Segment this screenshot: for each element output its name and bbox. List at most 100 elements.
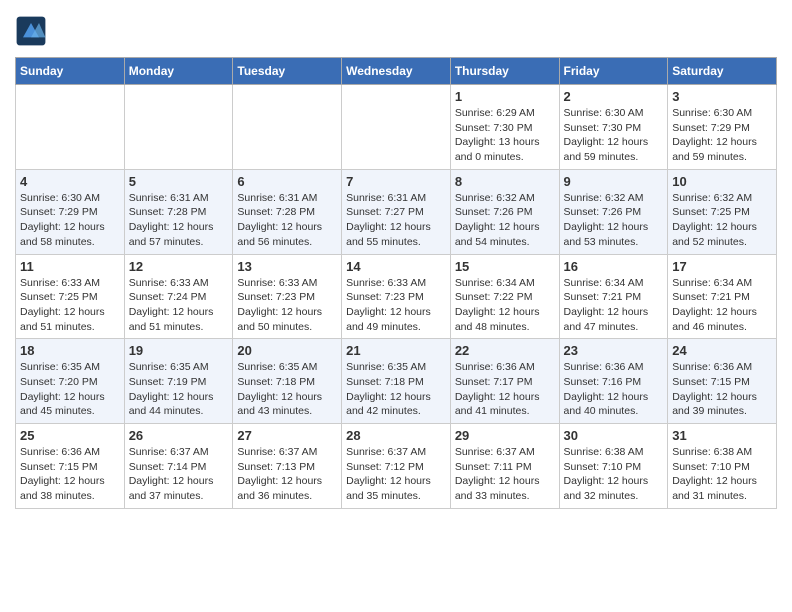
calendar-week-row: 1 Sunrise: 6:29 AM Sunset: 7:30 PM Daylig… [16,85,777,170]
calendar-cell: 18 Sunrise: 6:35 AM Sunset: 7:20 PM Dayli… [16,339,125,424]
calendar-cell: 9 Sunrise: 6:32 AM Sunset: 7:26 PM Daylig… [559,169,668,254]
day-number: 2 [564,89,664,104]
calendar-cell: 23 Sunrise: 6:36 AM Sunset: 7:16 PM Dayli… [559,339,668,424]
calendar-cell: 14 Sunrise: 6:33 AM Sunset: 7:23 PM Dayli… [342,254,451,339]
day-number: 21 [346,343,446,358]
day-number: 19 [129,343,229,358]
day-number: 6 [237,174,337,189]
day-info: Sunrise: 6:29 AM Sunset: 7:30 PM Dayligh… [455,106,555,165]
calendar-cell [124,85,233,170]
calendar-cell: 5 Sunrise: 6:31 AM Sunset: 7:28 PM Daylig… [124,169,233,254]
calendar-cell: 31 Sunrise: 6:38 AM Sunset: 7:10 PM Dayli… [668,424,777,509]
day-header-thursday: Thursday [450,58,559,85]
calendar-cell: 19 Sunrise: 6:35 AM Sunset: 7:19 PM Dayli… [124,339,233,424]
page-header [15,15,777,47]
day-number: 26 [129,428,229,443]
day-number: 24 [672,343,772,358]
day-info: Sunrise: 6:36 AM Sunset: 7:15 PM Dayligh… [20,445,120,504]
calendar-cell: 27 Sunrise: 6:37 AM Sunset: 7:13 PM Dayli… [233,424,342,509]
day-info: Sunrise: 6:34 AM Sunset: 7:21 PM Dayligh… [672,276,772,335]
day-header-wednesday: Wednesday [342,58,451,85]
day-number: 16 [564,259,664,274]
day-number: 10 [672,174,772,189]
day-number: 9 [564,174,664,189]
day-info: Sunrise: 6:37 AM Sunset: 7:14 PM Dayligh… [129,445,229,504]
day-number: 25 [20,428,120,443]
calendar-cell: 6 Sunrise: 6:31 AM Sunset: 7:28 PM Daylig… [233,169,342,254]
day-number: 29 [455,428,555,443]
day-info: Sunrise: 6:31 AM Sunset: 7:27 PM Dayligh… [346,191,446,250]
day-info: Sunrise: 6:38 AM Sunset: 7:10 PM Dayligh… [672,445,772,504]
calendar-cell: 13 Sunrise: 6:33 AM Sunset: 7:23 PM Dayli… [233,254,342,339]
day-info: Sunrise: 6:37 AM Sunset: 7:12 PM Dayligh… [346,445,446,504]
day-info: Sunrise: 6:37 AM Sunset: 7:11 PM Dayligh… [455,445,555,504]
day-number: 5 [129,174,229,189]
day-header-friday: Friday [559,58,668,85]
calendar-cell: 8Sunrise: 6:32 AM Sunset: 7:26 PM Daylig… [450,169,559,254]
calendar-cell: 3 Sunrise: 6:30 AM Sunset: 7:29 PM Daylig… [668,85,777,170]
day-info: Sunrise: 6:36 AM Sunset: 7:17 PM Dayligh… [455,360,555,419]
calendar-cell: 21 Sunrise: 6:35 AM Sunset: 7:18 PM Dayli… [342,339,451,424]
day-info: Sunrise: 6:33 AM Sunset: 7:23 PM Dayligh… [237,276,337,335]
calendar-cell: 25 Sunrise: 6:36 AM Sunset: 7:15 PM Dayli… [16,424,125,509]
day-info: Sunrise: 6:34 AM Sunset: 7:21 PM Dayligh… [564,276,664,335]
day-number: 27 [237,428,337,443]
day-info: Sunrise: 6:31 AM Sunset: 7:28 PM Dayligh… [237,191,337,250]
calendar-cell: 24 Sunrise: 6:36 AM Sunset: 7:15 PM Dayli… [668,339,777,424]
day-number: 4 [20,174,120,189]
calendar-cell [342,85,451,170]
calendar-cell: 10 Sunrise: 6:32 AM Sunset: 7:25 PM Dayli… [668,169,777,254]
day-info: Sunrise: 6:36 AM Sunset: 7:16 PM Dayligh… [564,360,664,419]
day-info: Sunrise: 6:33 AM Sunset: 7:24 PM Dayligh… [129,276,229,335]
day-number: 23 [564,343,664,358]
calendar-cell: 28 Sunrise: 6:37 AM Sunset: 7:12 PM Dayli… [342,424,451,509]
calendar-week-row: 11 Sunrise: 6:33 AM Sunset: 7:25 PM Dayli… [16,254,777,339]
day-number: 20 [237,343,337,358]
day-number: 13 [237,259,337,274]
day-number: 14 [346,259,446,274]
calendar-cell: 15Sunrise: 6:34 AM Sunset: 7:22 PM Dayli… [450,254,559,339]
day-number: 18 [20,343,120,358]
calendar-week-row: 18 Sunrise: 6:35 AM Sunset: 7:20 PM Dayli… [16,339,777,424]
calendar-cell [233,85,342,170]
calendar-cell: 4 Sunrise: 6:30 AM Sunset: 7:29 PM Daylig… [16,169,125,254]
day-info: Sunrise: 6:33 AM Sunset: 7:23 PM Dayligh… [346,276,446,335]
calendar-week-row: 4 Sunrise: 6:30 AM Sunset: 7:29 PM Daylig… [16,169,777,254]
calendar-cell: 12 Sunrise: 6:33 AM Sunset: 7:24 PM Dayli… [124,254,233,339]
day-number: 7 [346,174,446,189]
day-number: 12 [129,259,229,274]
day-info: Sunrise: 6:30 AM Sunset: 7:29 PM Dayligh… [20,191,120,250]
calendar-cell: 16 Sunrise: 6:34 AM Sunset: 7:21 PM Dayli… [559,254,668,339]
calendar-cell: 20Sunrise: 6:35 AM Sunset: 7:18 PM Dayli… [233,339,342,424]
day-number: 31 [672,428,772,443]
day-info: Sunrise: 6:32 AM Sunset: 7:25 PM Dayligh… [672,191,772,250]
day-info: Sunrise: 6:34 AM Sunset: 7:22 PM Dayligh… [455,276,555,335]
day-number: 28 [346,428,446,443]
calendar-table: SundayMondayTuesdayWednesdayThursdayFrid… [15,57,777,509]
day-info: Sunrise: 6:35 AM Sunset: 7:18 PM Dayligh… [346,360,446,419]
day-info: Sunrise: 6:33 AM Sunset: 7:25 PM Dayligh… [20,276,120,335]
day-info: Sunrise: 6:32 AM Sunset: 7:26 PM Dayligh… [564,191,664,250]
day-info: Sunrise: 6:36 AM Sunset: 7:15 PM Dayligh… [672,360,772,419]
day-info: Sunrise: 6:32 AM Sunset: 7:26 PM Dayligh… [455,191,555,250]
day-number: 3 [672,89,772,104]
logo-icon [15,15,47,47]
day-info: Sunrise: 6:38 AM Sunset: 7:10 PM Dayligh… [564,445,664,504]
calendar-cell: 26 Sunrise: 6:37 AM Sunset: 7:14 PM Dayli… [124,424,233,509]
day-header-tuesday: Tuesday [233,58,342,85]
calendar-cell [16,85,125,170]
day-info: Sunrise: 6:37 AM Sunset: 7:13 PM Dayligh… [237,445,337,504]
day-info: Sunrise: 6:30 AM Sunset: 7:30 PM Dayligh… [564,106,664,165]
day-info: Sunrise: 6:31 AM Sunset: 7:28 PM Dayligh… [129,191,229,250]
day-info: Sunrise: 6:35 AM Sunset: 7:20 PM Dayligh… [20,360,120,419]
day-info: Sunrise: 6:30 AM Sunset: 7:29 PM Dayligh… [672,106,772,165]
day-info: Sunrise: 6:35 AM Sunset: 7:19 PM Dayligh… [129,360,229,419]
calendar-cell: 11 Sunrise: 6:33 AM Sunset: 7:25 PM Dayli… [16,254,125,339]
day-number: 1 [455,89,555,104]
calendar-cell: 22Sunrise: 6:36 AM Sunset: 7:17 PM Dayli… [450,339,559,424]
day-number: 17 [672,259,772,274]
day-number: 11 [20,259,120,274]
logo [15,15,51,47]
calendar-week-row: 25 Sunrise: 6:36 AM Sunset: 7:15 PM Dayli… [16,424,777,509]
calendar-cell: 29 Sunrise: 6:37 AM Sunset: 7:11 PM Dayli… [450,424,559,509]
